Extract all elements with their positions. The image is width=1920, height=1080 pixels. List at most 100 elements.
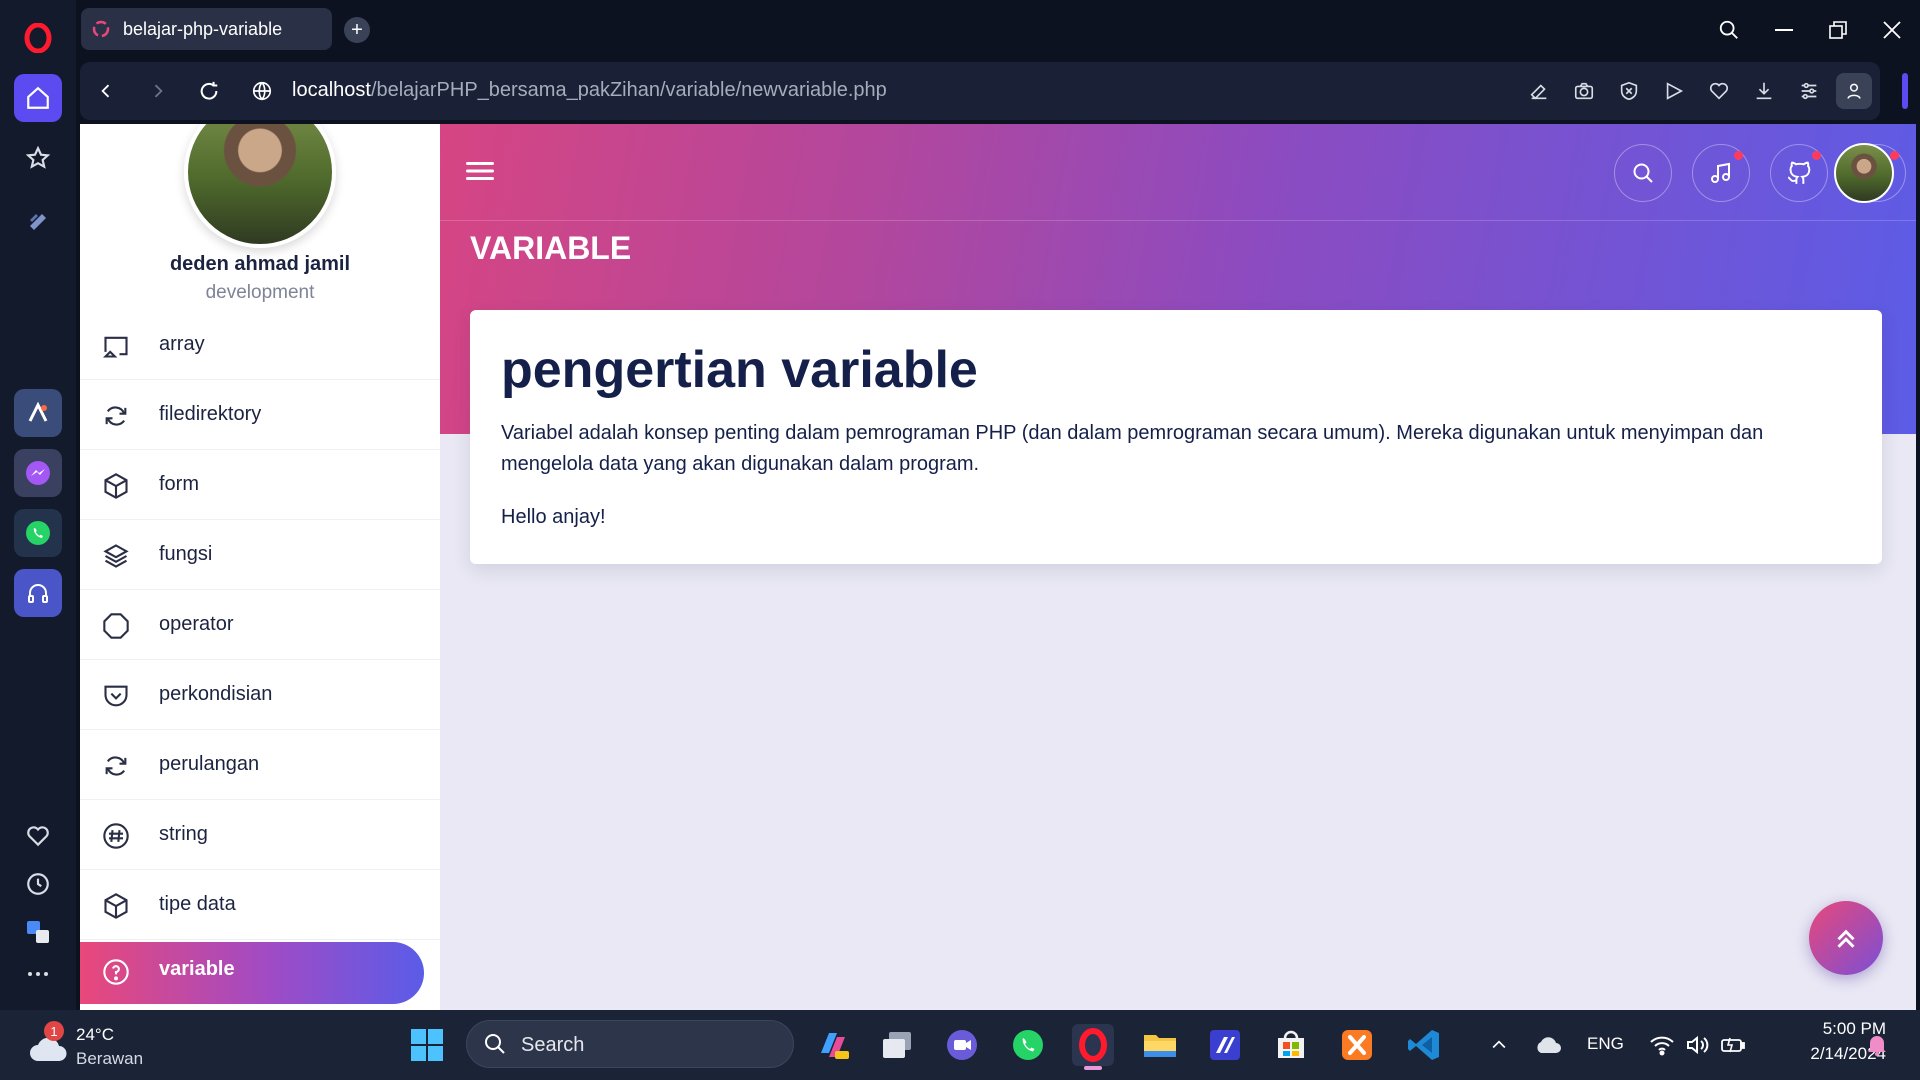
sidebar-item-label: filedirektory — [159, 403, 262, 425]
history-icon[interactable] — [14, 860, 62, 908]
sidebar-item-filedirektory[interactable]: filedirektory — [80, 380, 440, 450]
bookmark-heart-icon[interactable] — [1701, 73, 1737, 109]
browser-sidebar — [0, 0, 76, 1010]
file-explorer-icon[interactable] — [1139, 1024, 1181, 1066]
copilot-icon[interactable] — [812, 1024, 854, 1066]
url-text[interactable]: localhost/belajarPHP_bersama_pakZihan/va… — [292, 79, 887, 102]
site-info-icon[interactable] — [242, 71, 282, 111]
music-icon — [1711, 162, 1730, 183]
taskbar: 1 24°C Berawan Search ENG 5:00 PM 2/14/2… — [0, 1010, 1920, 1080]
back-icon[interactable] — [86, 71, 126, 111]
hamburger-menu-icon[interactable] — [466, 158, 496, 184]
refresh-icon — [105, 406, 127, 426]
notification-bell-icon[interactable] — [1856, 1024, 1898, 1066]
xampp-icon[interactable] — [1336, 1024, 1378, 1066]
profile-icon[interactable] — [1836, 73, 1872, 109]
search-tabs-icon[interactable] — [1704, 10, 1754, 50]
close-icon[interactable] — [1867, 10, 1917, 50]
sidebar-item-label: form — [159, 473, 199, 495]
content-heading: pengertian variable — [501, 341, 978, 399]
opera-logo-icon[interactable] — [14, 14, 62, 62]
music-button[interactable] — [1692, 144, 1750, 202]
notification-dot — [1812, 151, 1821, 160]
start-icon[interactable] — [406, 1024, 448, 1066]
restore-icon[interactable] — [1813, 10, 1863, 50]
header-avatar[interactable] — [1834, 143, 1894, 203]
battery-icon[interactable] — [1712, 1024, 1754, 1066]
sidebar-item-array[interactable]: array — [80, 310, 440, 380]
sidebar-item-label: perulangan — [159, 753, 260, 775]
edit-icon[interactable] — [1521, 73, 1557, 109]
top-navbar — [440, 124, 1916, 221]
download-icon[interactable] — [1746, 73, 1782, 109]
page-sidebar: deden ahmad jamil development array file… — [80, 124, 440, 1010]
forward-icon[interactable] — [138, 71, 178, 111]
sidebar-item-tipe-data[interactable]: tipe data — [80, 870, 440, 940]
tab-strip: belajar-php-variable + — [76, 0, 1920, 60]
reload-icon[interactable] — [189, 71, 229, 111]
shield-icon[interactable] — [1611, 73, 1647, 109]
sidebar-item-form[interactable]: form — [80, 450, 440, 520]
hash-icon — [103, 823, 129, 849]
avatar — [184, 124, 336, 248]
editor-app-icon[interactable] — [1204, 1024, 1246, 1066]
sidebar-item-string[interactable]: string — [80, 800, 440, 870]
task-view-icon[interactable] — [876, 1024, 918, 1066]
refresh-icon — [105, 756, 127, 776]
layers-icon — [103, 544, 129, 568]
user-role: development — [205, 282, 315, 303]
search-button[interactable] — [1614, 144, 1672, 202]
onedrive-icon[interactable] — [1527, 1024, 1569, 1066]
sidebar-menu: array filedirektory form fungsi operator… — [80, 310, 440, 1010]
home-icon[interactable] — [14, 74, 62, 122]
aria-ai-icon[interactable] — [14, 198, 62, 246]
app-icon[interactable] — [14, 389, 62, 437]
translate-icon[interactable] — [14, 908, 62, 956]
taskbar-search[interactable]: Search — [466, 1020, 794, 1068]
tab-favicon-icon — [92, 20, 110, 38]
pocket-icon — [104, 685, 128, 707]
sidebar-item-label: tipe data — [159, 893, 236, 915]
new-tab-button[interactable]: + — [344, 17, 370, 43]
notification-dot — [1890, 151, 1899, 160]
sidebar-item-perkondisian[interactable]: perkondisian — [80, 660, 440, 730]
vscode-icon[interactable] — [1403, 1024, 1445, 1066]
github-icon — [1787, 161, 1811, 184]
camera-icon[interactable] — [1566, 73, 1602, 109]
sidebar-item-label: perkondisian — [159, 683, 273, 705]
scroll-to-top-button[interactable] — [1809, 901, 1883, 975]
sidebar-toggle-handle[interactable] — [1902, 73, 1908, 109]
github-button[interactable] — [1770, 144, 1828, 202]
browser-tab[interactable]: belajar-php-variable — [81, 8, 332, 50]
heart-icon[interactable] — [14, 812, 62, 860]
sidebar-item-fungsi[interactable]: fungsi — [80, 520, 440, 590]
sidebar-item-label: fungsi — [159, 543, 213, 565]
weather-widget[interactable]: 1 24°C Berawan — [26, 1021, 156, 1069]
url-path: /belajarPHP_bersama_pakZihan/variable/ne… — [370, 79, 887, 101]
whatsapp-icon[interactable] — [1007, 1024, 1049, 1066]
sidebar-item-operator[interactable]: operator — [80, 590, 440, 660]
music-player-icon[interactable] — [14, 569, 62, 617]
sidebar-item-variable[interactable]: variable — [80, 940, 440, 1010]
opera-taskbar-icon[interactable] — [1072, 1024, 1114, 1066]
more-icon[interactable] — [14, 950, 62, 998]
easy-setup-icon[interactable] — [1791, 73, 1827, 109]
search-icon — [1633, 163, 1653, 183]
box-icon — [104, 893, 128, 919]
messenger-icon[interactable] — [14, 449, 62, 497]
language-indicator[interactable]: ENG — [1587, 1034, 1624, 1054]
active-app-indicator — [1084, 1066, 1102, 1070]
php-output: Hello anjay! — [501, 506, 606, 528]
minimize-icon[interactable] — [1759, 10, 1809, 50]
url-host: localhost — [292, 79, 371, 101]
whatsapp-icon[interactable] — [14, 509, 62, 557]
octagon-icon — [103, 613, 129, 639]
star-icon[interactable] — [14, 134, 62, 182]
page-title: VARIABLE — [470, 230, 632, 266]
send-icon[interactable] — [1656, 73, 1692, 109]
sidebar-item-perulangan[interactable]: perulangan — [80, 730, 440, 800]
chevron-up-icon[interactable] — [1478, 1024, 1520, 1066]
meet-icon[interactable] — [941, 1024, 983, 1066]
microsoft-store-icon[interactable] — [1270, 1024, 1312, 1066]
temperature: 24°C — [76, 1025, 114, 1044]
